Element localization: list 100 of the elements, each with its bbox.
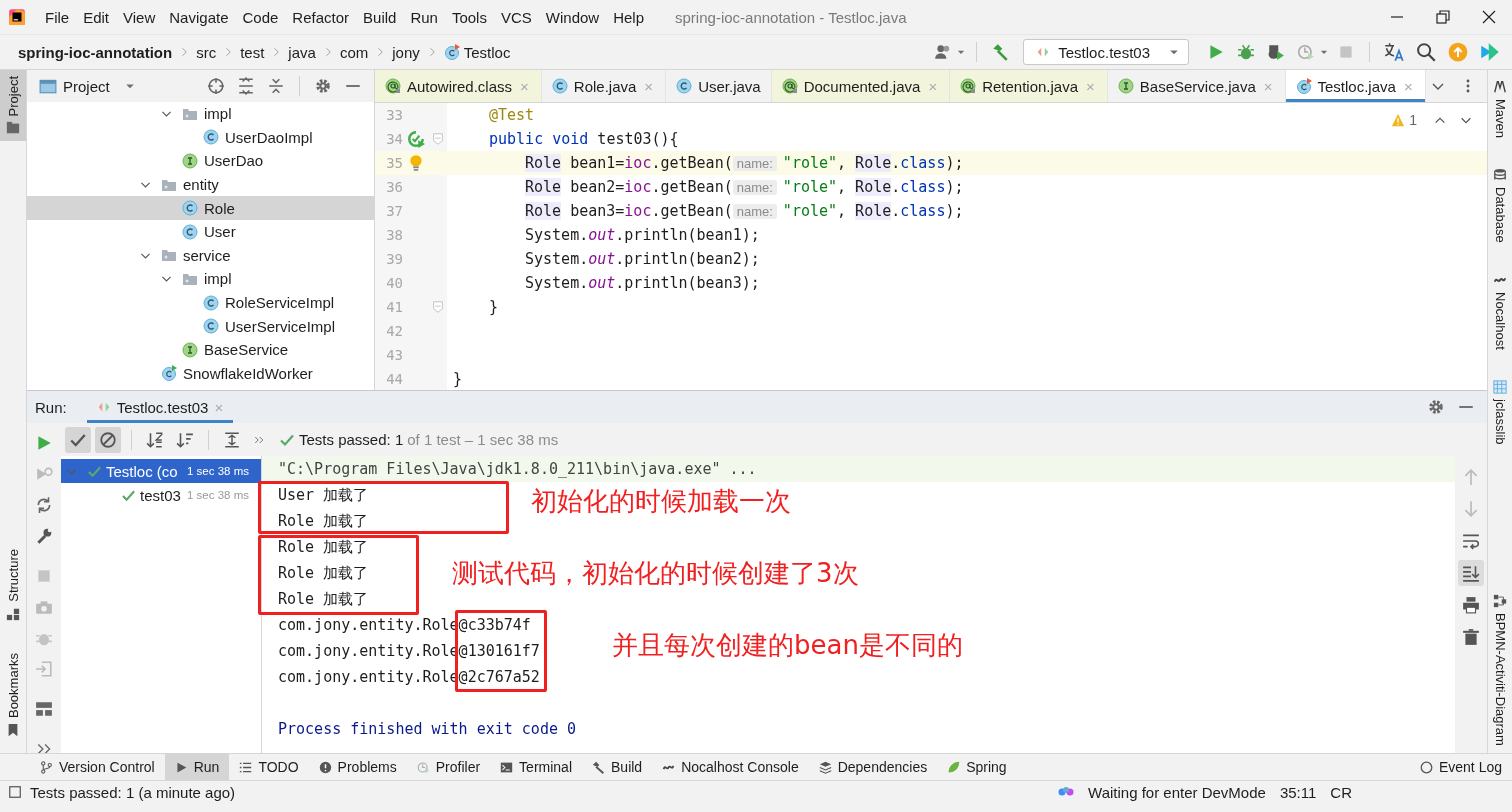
test-tree-item[interactable]: test03 1 sec 38 ms: [61, 483, 261, 507]
tree-item[interactable]: service: [27, 243, 374, 268]
warning-count[interactable]: 1: [1409, 112, 1417, 128]
menu-item[interactable]: Navigate: [162, 8, 236, 26]
tree-item[interactable]: BaseService: [27, 337, 374, 362]
tree-item[interactable]: impl: [27, 267, 374, 291]
tool-window-button[interactable]: TODO: [229, 754, 309, 780]
run-test-gutter-icon[interactable]: [407, 130, 425, 148]
layers-icon: [818, 760, 832, 774]
scroll-to-end-icon[interactable]: [1458, 560, 1484, 586]
editor-tab[interactable]: User.java: [666, 70, 772, 102]
caret-position[interactable]: 35:11: [1279, 783, 1317, 801]
editor-tab[interactable]: Retention.java ×: [950, 70, 1108, 102]
class-icon: [676, 78, 693, 94]
hammer-icon: [592, 760, 605, 774]
tree-item[interactable]: entity: [27, 172, 374, 197]
breadcrumb[interactable]: jony: [388, 43, 424, 61]
tree-item[interactable]: User: [27, 219, 374, 244]
breadcrumb[interactable]: Testloc: [459, 43, 515, 61]
code-line: @Test: [489, 106, 535, 124]
tool-window-tab[interactable]: Maven: [1488, 74, 1512, 145]
test-tree-item[interactable]: Testloc (co 1 sec 38 ms: [61, 459, 261, 483]
show-passed-toggle[interactable]: [65, 426, 91, 453]
menu-item[interactable]: Run: [403, 8, 445, 26]
menu-item[interactable]: VCS: [493, 8, 539, 26]
branch-icon: [40, 760, 53, 774]
line-separator[interactable]: CR: [1330, 783, 1352, 801]
tree-item[interactable]: RoleServiceImpl: [27, 290, 374, 315]
menu-item[interactable]: Code: [235, 8, 286, 26]
devmode-status[interactable]: Waiting for enter DevMode: [1088, 783, 1266, 801]
editor-tab[interactable]: Documented.java ×: [771, 70, 951, 102]
line-number: 34: [385, 131, 403, 147]
menu-item[interactable]: Edit: [76, 8, 117, 26]
tool-window-button[interactable]: Nocalhost Console: [652, 754, 809, 780]
menu-item[interactable]: Window: [538, 8, 607, 26]
tool-window-button[interactable]: Build: [582, 754, 653, 780]
command-line: "C:\Program Files\Java\jdk1.8.0_211\bin\java.exe" ...: [278, 460, 757, 478]
class-icon: [203, 318, 219, 335]
line-number: 40: [385, 275, 403, 291]
tree-item[interactable]: UserDaoImpl: [27, 125, 374, 150]
tool-window-button[interactable]: Spring: [937, 754, 1017, 780]
menu-item[interactable]: Tools: [444, 8, 494, 26]
panel-title-dropdown[interactable]: Project: [63, 77, 110, 95]
line-number: 43: [385, 347, 403, 363]
breadcrumb[interactable]: src: [192, 43, 221, 61]
tool-window-tab[interactable]: Structure: [0, 543, 26, 627]
run-configuration-label: Testloc.test03: [1058, 43, 1150, 61]
menu-item[interactable]: Help: [606, 8, 652, 26]
tool-window-tab[interactable]: Database: [1488, 162, 1512, 249]
square-icon: [8, 785, 22, 799]
annotation-icon: [781, 78, 798, 94]
breadcrumb[interactable]: com: [335, 43, 373, 61]
tree-item[interactable]: UserServiceImpl: [27, 314, 374, 338]
class-icon: [182, 223, 198, 240]
editor-tab[interactable]: BaseService.java ×: [1107, 70, 1286, 102]
tree-item[interactable]: impl: [27, 102, 374, 126]
code-line: Role bean1=ioc.getBean( name: "role", Role.class);: [525, 154, 964, 172]
editor-tab[interactable]: Testloc.java ×: [1285, 70, 1426, 102]
tool-window-button[interactable]: Run: [164, 754, 230, 780]
editor-tab[interactable]: Role.java ×: [541, 70, 667, 102]
annotation-text: 测试代码，初始化的时候创建了3次: [452, 557, 859, 590]
tool-window-button[interactable]: Problems: [308, 754, 407, 780]
tool-window-button[interactable]: Terminal: [490, 754, 582, 780]
tree-item[interactable]: SnowflakeIdWorker: [27, 361, 374, 386]
editor-tab[interactable]: Autowired.class ×: [375, 70, 542, 102]
lightbulb-icon[interactable]: [407, 154, 425, 172]
app-logo-icon: [8, 8, 26, 26]
run-configuration-dropdown[interactable]: Testloc.test03: [1023, 39, 1189, 65]
show-ignored-toggle[interactable]: [95, 426, 121, 453]
line-number: 41: [385, 299, 403, 315]
tool-window-button[interactable]: Version Control: [30, 754, 165, 780]
tool-window-button[interactable]: Event Log: [1409, 754, 1512, 780]
panel-title: Run:: [35, 398, 67, 416]
tool-window-tab[interactable]: jclasslib: [1488, 373, 1512, 450]
profiler-icon: [416, 760, 430, 774]
breadcrumb[interactable]: java: [284, 43, 320, 61]
test-summary: Tests passed: 1: [299, 431, 404, 448]
status-message: Tests passed: 1 (a minute ago): [30, 783, 236, 801]
console-line: Role 加载了: [278, 589, 369, 609]
tool-window-button[interactable]: Dependencies: [808, 754, 938, 780]
window-title: spring-ioc-annotation - Testloc.java: [675, 8, 907, 26]
tool-window-tab[interactable]: Project: [0, 70, 26, 142]
menu-item[interactable]: File: [38, 8, 77, 26]
tool-window-tab[interactable]: BPMN-Activiti-Diagram: [1488, 588, 1512, 752]
menu-item[interactable]: View: [116, 8, 163, 26]
ban-icon: [99, 430, 117, 449]
menu-item[interactable]: Build: [356, 8, 404, 26]
console-line: Role 加载了: [278, 511, 369, 531]
run-tab[interactable]: Testloc.test03 ×: [86, 391, 234, 423]
test-class-icon: [1295, 78, 1312, 94]
tool-window-tab[interactable]: Nocalhost: [1488, 266, 1512, 356]
tool-window-button[interactable]: Profiler: [406, 754, 491, 780]
line-number: 42: [385, 323, 403, 339]
breadcrumb[interactable]: test: [236, 43, 269, 61]
tool-window-tab[interactable]: Bookmarks: [0, 646, 26, 743]
tree-item[interactable]: Role: [27, 196, 374, 220]
breadcrumb[interactable]: spring-ioc-annotation: [14, 43, 177, 61]
code-line: }: [453, 370, 463, 388]
menu-item[interactable]: Refactor: [285, 8, 357, 26]
tree-item[interactable]: UserDao: [27, 149, 374, 173]
